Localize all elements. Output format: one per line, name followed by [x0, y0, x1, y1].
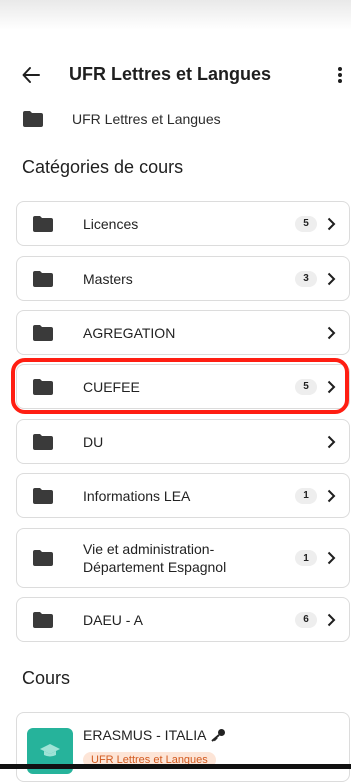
app-bar: UFR Lettres et Langues [0, 54, 351, 96]
chevron-right-icon [327, 489, 336, 502]
arrow-left-icon [22, 67, 40, 83]
back-button[interactable] [16, 60, 46, 90]
count-badge: 6 [295, 611, 317, 628]
categories-heading: Catégories de cours [22, 157, 184, 177]
course-name-text: ERASMUS - ITALIA [83, 727, 207, 743]
category-item-vie-administration-espagnol[interactable]: Vie et administration- Département Espag… [16, 528, 350, 588]
category-item-cuefee[interactable]: CUEFEE 5 [16, 364, 350, 409]
count-badge: 5 [295, 215, 317, 232]
folder-icon [33, 550, 53, 566]
category-label: CUEFEE [83, 378, 140, 395]
bottom-nav-edge [0, 764, 351, 769]
category-item-agregation[interactable]: AGREGATION [16, 310, 350, 355]
folder-icon [33, 433, 53, 450]
category-label: Masters [83, 270, 133, 287]
category-item-licences[interactable]: Licences 5 [16, 201, 350, 246]
more-vertical-icon [338, 67, 342, 83]
chevron-right-icon [327, 272, 336, 285]
folder-icon [33, 487, 53, 504]
more-options-button[interactable] [328, 62, 351, 88]
folder-icon [33, 215, 53, 232]
category-label: AGREGATION [83, 324, 176, 341]
category-item-masters[interactable]: Masters 3 [16, 256, 350, 301]
count-badge: 5 [295, 378, 317, 395]
category-label: Licences [83, 215, 139, 232]
category-label: Informations LEA [83, 487, 191, 504]
count-badge: 3 [295, 270, 317, 287]
key-icon [211, 729, 226, 742]
category-item-du[interactable]: DU [16, 419, 350, 464]
folder-icon [23, 111, 43, 127]
category-label: DAEU - A [83, 611, 143, 628]
graduation-cap-icon [40, 744, 60, 757]
breadcrumb[interactable]: UFR Lettres et Langues [22, 108, 221, 130]
folder-icon [33, 324, 53, 341]
folder-icon [33, 611, 53, 628]
course-card[interactable]: ERASMUS - ITALIA UFR Lettres et Langues [16, 712, 350, 782]
chevron-right-icon [327, 217, 336, 230]
category-label: DU [83, 433, 104, 450]
courses-heading: Cours [22, 668, 71, 688]
count-badge: 1 [295, 487, 317, 504]
count-badge: 1 [295, 550, 317, 566]
chevron-right-icon [327, 435, 336, 448]
chevron-right-icon [327, 551, 336, 565]
chevron-right-icon [327, 613, 336, 626]
course-title: ERASMUS - ITALIA [83, 727, 226, 743]
category-item-informations-lea[interactable]: Informations LEA 1 [16, 473, 350, 518]
category-label: Vie et administration- Département Espag… [83, 541, 227, 575]
chevron-right-icon [327, 326, 336, 339]
breadcrumb-label: UFR Lettres et Langues [72, 111, 221, 127]
category-item-daeu-a[interactable]: DAEU - A 6 [16, 597, 350, 642]
chevron-right-icon [327, 380, 336, 393]
page-title: UFR Lettres et Langues [69, 64, 272, 84]
folder-icon [33, 270, 53, 287]
status-bar-shade [0, 0, 351, 30]
folder-icon [33, 378, 53, 395]
